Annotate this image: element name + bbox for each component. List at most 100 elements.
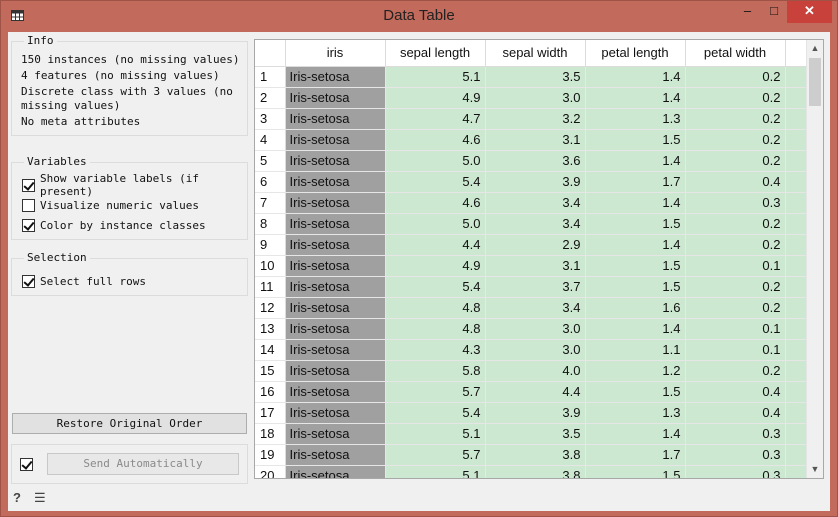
- class-cell[interactable]: Iris-setosa: [285, 171, 386, 193]
- petal-length-cell[interactable]: 1.4: [585, 423, 686, 445]
- petal-length-cell[interactable]: 1.5: [585, 381, 686, 403]
- petal-width-cell[interactable]: 0.2: [685, 150, 786, 172]
- row-number[interactable]: 12: [255, 297, 286, 319]
- petal-width-cell[interactable]: 0.2: [685, 360, 786, 382]
- petal-width-cell[interactable]: 0.2: [685, 87, 786, 109]
- petal-length-cell[interactable]: 1.4: [585, 150, 686, 172]
- row-number[interactable]: 7: [255, 192, 286, 214]
- row-number[interactable]: 6: [255, 171, 286, 193]
- show-labels-checkbox[interactable]: [22, 178, 35, 192]
- petal-width-cell[interactable]: 0.1: [685, 255, 786, 277]
- petal-length-cell[interactable]: 1.5: [585, 465, 686, 478]
- petal-length-cell[interactable]: 1.3: [585, 108, 686, 130]
- table-row[interactable]: 3 Iris-setosa 4.7 3.2 1.3 0.2: [255, 108, 807, 130]
- sepal-width-cell[interactable]: 3.0: [485, 318, 586, 340]
- petal-length-cell[interactable]: 1.6: [585, 297, 686, 319]
- column-header[interactable]: petal length: [585, 40, 686, 67]
- visualize-numeric-option[interactable]: Visualize numeric values: [22, 197, 199, 213]
- petal-length-cell[interactable]: 1.5: [585, 255, 686, 277]
- sepal-width-cell[interactable]: 3.4: [485, 192, 586, 214]
- row-number[interactable]: 9: [255, 234, 286, 256]
- maximize-button[interactable]: □: [761, 1, 787, 23]
- row-number[interactable]: 20: [255, 465, 286, 478]
- color-by-class-checkbox[interactable]: [22, 218, 35, 232]
- sepal-length-cell[interactable]: 4.9: [385, 255, 486, 277]
- sepal-width-cell[interactable]: 3.1: [485, 255, 586, 277]
- column-header[interactable]: sepal width: [485, 40, 586, 67]
- scroll-thumb[interactable]: [809, 58, 821, 106]
- sepal-length-cell[interactable]: 5.7: [385, 381, 486, 403]
- table-row[interactable]: 19 Iris-setosa 5.7 3.8 1.7 0.3: [255, 444, 807, 466]
- class-cell[interactable]: Iris-setosa: [285, 465, 386, 478]
- table-row[interactable]: 5 Iris-setosa 5.0 3.6 1.4 0.2: [255, 150, 807, 172]
- row-number[interactable]: 16: [255, 381, 286, 403]
- table-row[interactable]: 11 Iris-setosa 5.4 3.7 1.5 0.2: [255, 276, 807, 298]
- class-cell[interactable]: Iris-setosa: [285, 108, 386, 130]
- class-cell[interactable]: Iris-setosa: [285, 402, 386, 424]
- restore-order-button[interactable]: Restore Original Order: [12, 413, 247, 434]
- petal-length-cell[interactable]: 1.4: [585, 234, 686, 256]
- row-number[interactable]: 18: [255, 423, 286, 445]
- sepal-length-cell[interactable]: 5.1: [385, 66, 486, 88]
- help-icon[interactable]: ?: [13, 490, 27, 506]
- sepal-width-cell[interactable]: 3.0: [485, 339, 586, 361]
- row-number[interactable]: 11: [255, 276, 286, 298]
- sepal-length-cell[interactable]: 5.0: [385, 150, 486, 172]
- sepal-length-cell[interactable]: 4.8: [385, 297, 486, 319]
- table-row[interactable]: 1 Iris-setosa 5.1 3.5 1.4 0.2: [255, 66, 807, 88]
- sepal-width-cell[interactable]: 3.6: [485, 150, 586, 172]
- sepal-width-cell[interactable]: 3.8: [485, 444, 586, 466]
- sepal-width-cell[interactable]: 2.9: [485, 234, 586, 256]
- class-cell[interactable]: Iris-setosa: [285, 360, 386, 382]
- table-row[interactable]: 12 Iris-setosa 4.8 3.4 1.6 0.2: [255, 297, 807, 319]
- class-cell[interactable]: Iris-setosa: [285, 339, 386, 361]
- sepal-length-cell[interactable]: 4.8: [385, 318, 486, 340]
- sepal-width-cell[interactable]: 3.0: [485, 87, 586, 109]
- petal-width-cell[interactable]: 0.2: [685, 129, 786, 151]
- corner-header[interactable]: [255, 40, 286, 67]
- column-header[interactable]: sepal length: [385, 40, 486, 67]
- select-full-rows-option[interactable]: Select full rows: [22, 273, 146, 289]
- sepal-width-cell[interactable]: 3.4: [485, 213, 586, 235]
- table-row[interactable]: 8 Iris-setosa 5.0 3.4 1.5 0.2: [255, 213, 807, 235]
- minimize-button[interactable]: –: [734, 1, 761, 23]
- visualize-numeric-checkbox[interactable]: [22, 198, 35, 212]
- petal-width-cell[interactable]: 0.2: [685, 213, 786, 235]
- table-row[interactable]: 13 Iris-setosa 4.8 3.0 1.4 0.1: [255, 318, 807, 340]
- sepal-width-cell[interactable]: 3.8: [485, 465, 586, 478]
- scroll-down-arrow-icon[interactable]: ▼: [807, 461, 823, 478]
- table-row[interactable]: 7 Iris-setosa 4.6 3.4 1.4 0.3: [255, 192, 807, 214]
- petal-width-cell[interactable]: 0.3: [685, 465, 786, 478]
- petal-width-cell[interactable]: 0.4: [685, 402, 786, 424]
- table-row[interactable]: 20 Iris-setosa 5.1 3.8 1.5 0.3: [255, 465, 807, 478]
- sepal-length-cell[interactable]: 5.0: [385, 213, 486, 235]
- sepal-length-cell[interactable]: 5.8: [385, 360, 486, 382]
- row-number[interactable]: 8: [255, 213, 286, 235]
- sepal-width-cell[interactable]: 3.5: [485, 423, 586, 445]
- petal-width-cell[interactable]: 0.4: [685, 381, 786, 403]
- petal-length-cell[interactable]: 1.5: [585, 213, 686, 235]
- table-row[interactable]: 18 Iris-setosa 5.1 3.5 1.4 0.3: [255, 423, 807, 445]
- table-row[interactable]: 16 Iris-setosa 5.7 4.4 1.5 0.4: [255, 381, 807, 403]
- petal-width-cell[interactable]: 0.3: [685, 192, 786, 214]
- class-cell[interactable]: Iris-setosa: [285, 276, 386, 298]
- sepal-length-cell[interactable]: 5.4: [385, 402, 486, 424]
- column-header[interactable]: iris: [285, 40, 386, 67]
- petal-length-cell[interactable]: 1.7: [585, 444, 686, 466]
- petal-length-cell[interactable]: 1.7: [585, 171, 686, 193]
- class-cell[interactable]: Iris-setosa: [285, 381, 386, 403]
- class-cell[interactable]: Iris-setosa: [285, 444, 386, 466]
- row-number[interactable]: 14: [255, 339, 286, 361]
- row-number[interactable]: 3: [255, 108, 286, 130]
- sepal-length-cell[interactable]: 4.9: [385, 87, 486, 109]
- class-cell[interactable]: Iris-setosa: [285, 150, 386, 172]
- petal-length-cell[interactable]: 1.4: [585, 87, 686, 109]
- scroll-up-arrow-icon[interactable]: ▲: [807, 40, 823, 57]
- class-cell[interactable]: Iris-setosa: [285, 213, 386, 235]
- class-cell[interactable]: Iris-setosa: [285, 87, 386, 109]
- petal-width-cell[interactable]: 0.2: [685, 234, 786, 256]
- class-cell[interactable]: Iris-setosa: [285, 297, 386, 319]
- table-row[interactable]: 14 Iris-setosa 4.3 3.0 1.1 0.1: [255, 339, 807, 361]
- sepal-width-cell[interactable]: 3.1: [485, 129, 586, 151]
- row-number[interactable]: 5: [255, 150, 286, 172]
